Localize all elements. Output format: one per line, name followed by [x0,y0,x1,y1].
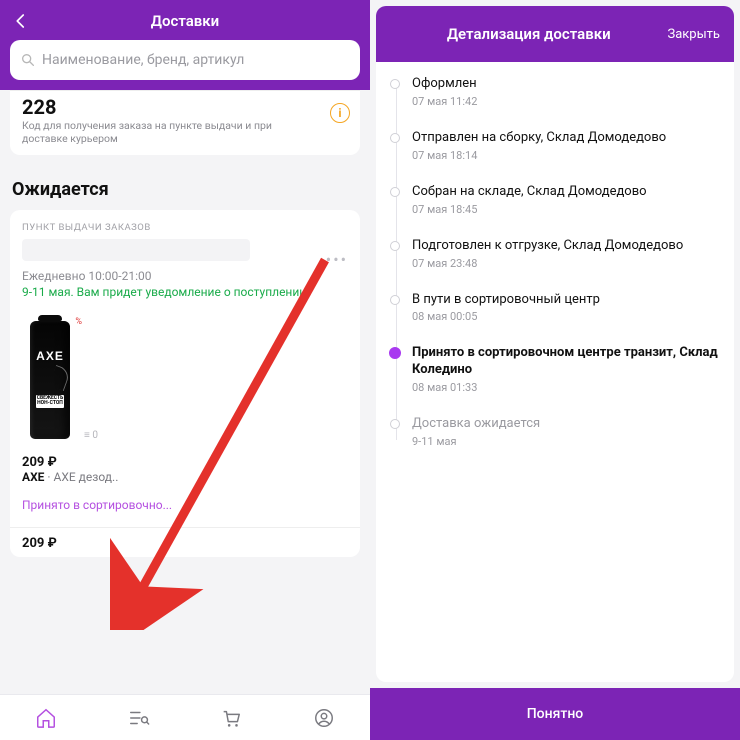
timeline-item-title: Отправлен на сборку, Склад Домодедово [412,130,720,147]
timeline-item-sub: 07 мая 18:14 [412,149,720,162]
timeline-dot-icon [390,187,400,197]
timeline-dot-icon [390,133,400,143]
delivery-eta: 9-11 мая. Вам придет уведомление о посту… [22,285,348,301]
delivery-timeline: Оформлен 07 мая 11:42 Отправлен на сборку,… [390,76,720,470]
home-icon [35,707,57,729]
profile-circle-icon [313,707,335,729]
timeline-item-sub: 07 мая 18:45 [412,203,720,216]
timeline-item: Подготовлен к отгрузке, Склад Домодедово… [412,238,720,292]
product-price: 209 ₽ [22,455,348,470]
timeline-item: Отправлен на сборку, Склад Домодедово 07 … [412,130,720,184]
tab-home[interactable] [35,707,57,729]
tab-profile[interactable] [313,707,335,729]
order-total: 209 ₽ [22,536,348,551]
timeline-item-title: Доставка ожидается [412,416,720,433]
search-icon [20,52,36,68]
search-input[interactable]: Наименование, бренд, артикул [10,40,360,80]
timeline-item-sub: 9-11 мая [412,435,720,448]
section-expected-title: Ожидается [12,179,358,200]
pickup-address-redacted [22,239,250,261]
search-placeholder: Наименование, бренд, артикул [42,52,244,68]
bottom-tab-bar [0,694,370,740]
timeline-dot-icon [389,347,401,359]
timeline-item-title: В пути в сортировочный центр [412,292,720,309]
ok-button[interactable]: Понятно [370,688,740,740]
info-icon[interactable]: i [330,103,350,123]
axe-can-icon: AXE СВЕЖЕСТЬ НОН-СТОП [30,321,70,439]
order-card[interactable]: ПУНКТ ВЫДАЧИ ЗАКАЗОВ ••• Ежедневно 10:00… [10,210,360,557]
cart-icon [220,707,242,729]
divider [10,527,360,528]
timeline-item-title: Принято в сортировочном центре транзит, … [412,345,720,379]
timeline-dot-icon [390,295,400,305]
product-meta: ≡ 0 [84,315,98,445]
pickup-hours: Ежедневно 10:00-21:00 [22,269,348,283]
timeline-dot-icon [390,79,400,89]
product-status-link[interactable]: Принято в сортировочно... [22,498,348,513]
timeline-item-sub: 08 мая 00:05 [412,310,720,323]
timeline-item-sub: 07 мая 23:48 [412,257,720,270]
timeline-item-sub: 07 мая 11:42 [412,95,720,108]
timeline-item-sub: 08 мая 01:33 [412,381,720,394]
pickup-code-value: 228 [22,97,320,117]
search-list-icon [128,707,150,729]
product-row[interactable]: AXE СВЕЖЕСТЬ НОН-СТОП % ≡ 0 [22,315,348,445]
app-shell: Доставки Наименование, бренд, артикул 22… [0,0,740,740]
timeline-item: Собран на складе, Склад Домодедово 07 мая… [412,184,720,238]
timeline-item: Оформлен 07 мая 11:42 [412,76,720,130]
delivery-detail-sheet: Детализация доставки Закрыть Оформлен 07 … [370,0,740,740]
pickup-code-card: 228 Код для получения заказа на пункте в… [10,90,360,155]
timeline-item: Доставка ожидается 9-11 мая [412,416,720,470]
right-header: Детализация доставки Закрыть [376,6,734,62]
tab-cart[interactable] [220,707,242,729]
timeline-dot-icon [390,241,400,251]
product-image: AXE СВЕЖЕСТЬ НОН-СТОП % [22,315,78,445]
timeline-item-title: Собран на складе, Склад Домодедово [412,184,720,201]
timeline-item: В пути в сортировочный центр08 мая 00:05 [412,292,720,346]
product-barcode: ≡ 0 [84,430,98,441]
discount-badge-icon: % [75,317,82,327]
timeline-item-title: Подготовлен к отгрузке, Склад Домодедово [412,238,720,255]
close-button[interactable]: Закрыть [667,27,720,42]
timeline-dot-icon [390,419,400,429]
page-title: Доставки [10,12,360,30]
deliveries-screen: Доставки Наименование, бренд, артикул 22… [0,0,370,740]
product-name: AXE · AXE дезод.. [22,470,348,484]
pickup-code-desc: Код для получения заказа на пункте выдач… [22,119,320,145]
left-header: Доставки Наименование, бренд, артикул [0,0,370,90]
pickup-point-label: ПУНКТ ВЫДАЧИ ЗАКАЗОВ [22,222,348,233]
timeline-item: Принято в сортировочном центре транзит, … [412,345,720,416]
sheet-title: Детализация доставки [390,25,667,43]
timeline-item-title: Оформлен [412,76,720,93]
more-button[interactable]: ••• [326,250,348,269]
timeline-body: Оформлен 07 мая 11:42 Отправлен на сборку,… [376,62,734,682]
tab-search[interactable] [128,707,150,729]
